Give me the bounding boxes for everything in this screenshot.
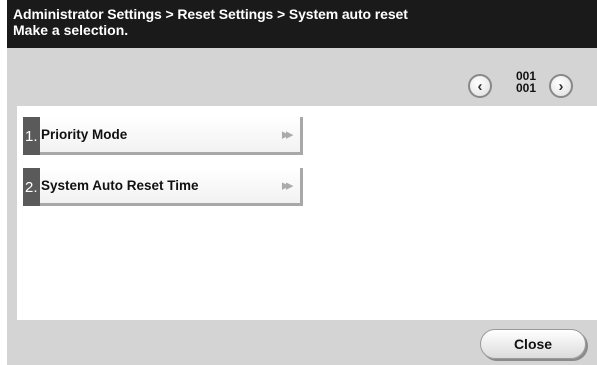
double-arrow-right-icon: ▶▶ [282, 129, 293, 139]
page-prev-button[interactable]: ‹ [468, 74, 492, 98]
menu-item-number: 2. [23, 168, 40, 206]
screen-frame: Administrator Settings > Reset Settings … [7, 0, 597, 365]
breadcrumb: Administrator Settings > Reset Settings … [13, 6, 408, 22]
system-auto-reset-time-button[interactable]: System Auto Reset Time ▶▶ [40, 168, 303, 206]
double-arrow-right-icon: ▶▶ [282, 180, 293, 190]
menu-item-label: System Auto Reset Time [41, 178, 199, 193]
menu-item-label: Priority Mode [41, 127, 128, 142]
close-button[interactable]: Close [480, 329, 586, 359]
menu-item-system-auto-reset-time[interactable]: 2. System Auto Reset Time ▶▶ [23, 168, 303, 206]
menu-item-number: 1. [23, 117, 40, 155]
menu-item-priority-mode[interactable]: 1. Priority Mode ▶▶ [23, 117, 303, 155]
pager-bar [7, 60, 597, 106]
page-total: 001 [515, 81, 537, 95]
chevron-right-icon: › [558, 77, 564, 95]
header-bar: Administrator Settings > Reset Settings … [7, 0, 597, 48]
page-next-button[interactable]: › [549, 74, 573, 98]
chevron-left-icon: ‹ [477, 77, 483, 95]
priority-mode-button[interactable]: Priority Mode ▶▶ [40, 117, 303, 155]
instruction-text: Make a selection. [13, 22, 129, 38]
